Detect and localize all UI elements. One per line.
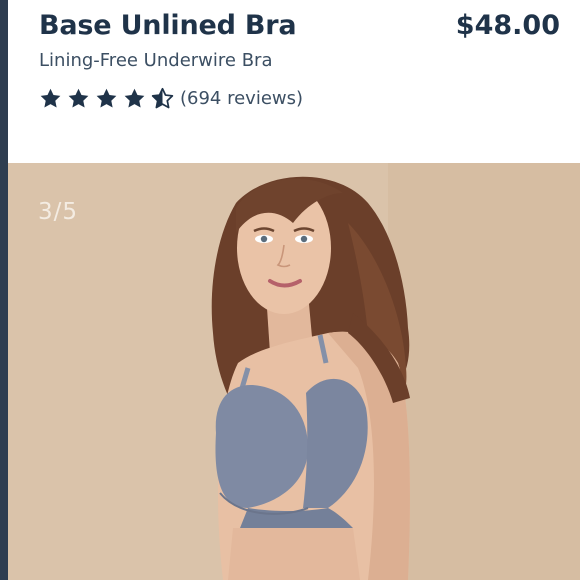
product-price: $48.00 [455,10,560,41]
star-icon [68,88,89,108]
gallery-counter: 3/5 [38,199,79,225]
rating-row[interactable]: (694 reviews) [39,84,303,112]
star-icon [124,88,145,108]
star-half-icon [151,87,174,108]
reviews-link[interactable]: (694 reviews) [180,88,303,109]
product-photo [8,163,580,580]
star-icon [40,88,61,108]
product-subtitle: Lining-Free Underwire Bra [39,50,273,71]
star-icon [96,88,117,108]
product-title: Base Unlined Bra [39,10,297,41]
product-header: Base Unlined Bra $48.00 Lining-Free Unde… [8,0,580,163]
left-rail [0,0,8,580]
product-image-gallery[interactable]: 3/5 [8,163,580,580]
